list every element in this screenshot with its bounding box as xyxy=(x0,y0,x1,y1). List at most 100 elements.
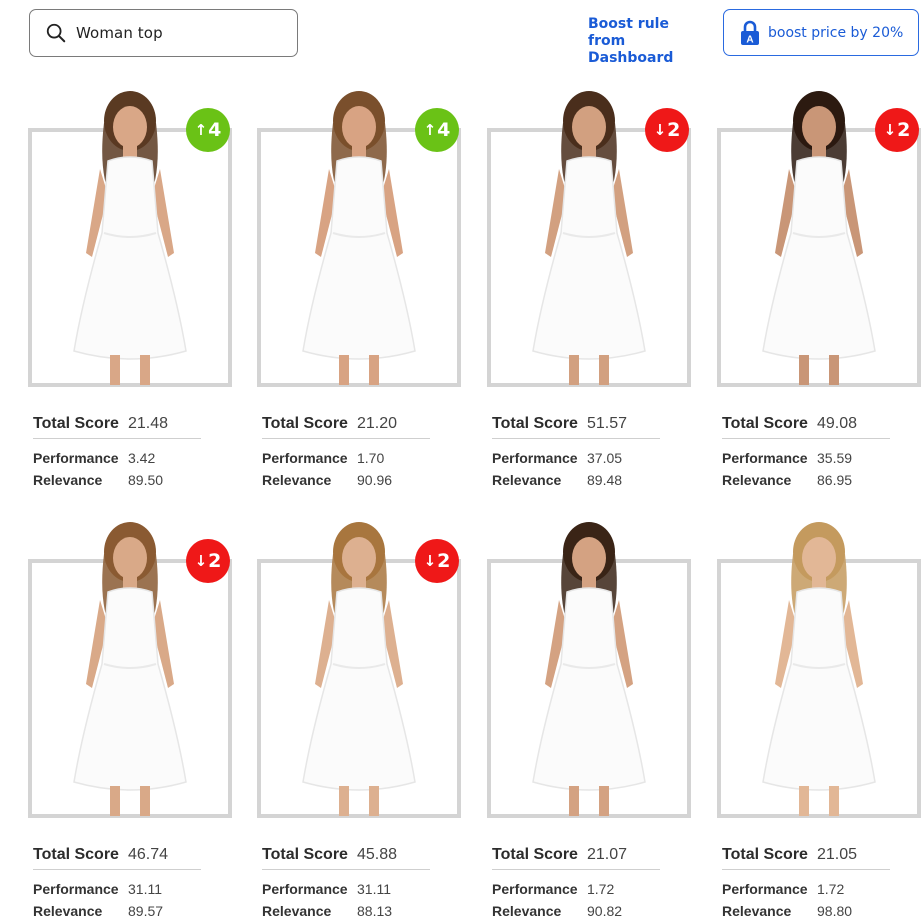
score-panel: Total Score 21.07 Performance 1.72 Relev… xyxy=(492,844,660,922)
total-score-value: 45.88 xyxy=(357,845,398,863)
performance-value: 35.59 xyxy=(817,450,853,466)
performance-label: Performance xyxy=(722,881,808,897)
product-image[interactable] xyxy=(717,514,921,818)
total-score-value: 21.05 xyxy=(817,845,858,863)
product-card[interactable]: ↓ 2 Total Score 51.57 Performance 37.05 … xyxy=(487,83,697,503)
total-score-label: Total Score xyxy=(262,414,348,432)
search-input[interactable]: Woman top xyxy=(29,9,298,57)
total-score-label: Total Score xyxy=(722,845,808,863)
score-panel: Total Score 51.57 Performance 37.05 Rele… xyxy=(492,413,660,491)
product-card[interactable]: ↓ 2 Total Score 46.74 Performance 31.11 … xyxy=(28,514,238,924)
relevance-label: Relevance xyxy=(262,472,332,488)
performance-label: Performance xyxy=(262,450,348,466)
relevance-value: 90.82 xyxy=(587,903,623,919)
arrow-up-icon: ↑ xyxy=(194,121,208,139)
performance-value: 1.72 xyxy=(817,881,845,897)
performance-value: 3.42 xyxy=(128,450,156,466)
total-score-row: Total Score 21.48 xyxy=(33,413,201,439)
performance-label: Performance xyxy=(492,450,578,466)
performance-row: Performance 35.59 xyxy=(722,447,890,469)
relevance-value: 88.13 xyxy=(357,903,393,919)
relevance-label: Relevance xyxy=(722,903,792,919)
total-score-row: Total Score 21.07 xyxy=(492,844,660,870)
relevance-row: Relevance 89.48 xyxy=(492,469,660,491)
relevance-row: Relevance 88.13 xyxy=(262,900,430,922)
arrow-up-icon: ↑ xyxy=(423,121,437,139)
rank-change-badge: ↑ 4 xyxy=(186,108,230,152)
total-score-value: 51.57 xyxy=(587,414,628,432)
score-panel: Total Score 49.08 Performance 35.59 Rele… xyxy=(722,413,890,491)
score-panel: Total Score 46.74 Performance 31.11 Rele… xyxy=(33,844,201,922)
relevance-value: 86.95 xyxy=(817,472,853,488)
total-score-label: Total Score xyxy=(722,414,808,432)
total-score-row: Total Score 21.05 xyxy=(722,844,890,870)
performance-value: 1.70 xyxy=(357,450,385,466)
product-card[interactable]: ↑ 4 Total Score 21.48 Performance 3.42 R… xyxy=(28,83,238,503)
product-card[interactable]: ↑ 4 Total Score 21.20 Performance 1.70 R… xyxy=(257,83,467,503)
total-score-label: Total Score xyxy=(262,845,348,863)
rank-change-value: 2 xyxy=(667,119,681,141)
score-panel: Total Score 21.48 Performance 3.42 Relev… xyxy=(33,413,201,491)
performance-label: Performance xyxy=(33,450,119,466)
performance-label: Performance xyxy=(262,881,348,897)
relevance-row: Relevance 90.96 xyxy=(262,469,430,491)
relevance-row: Relevance 89.57 xyxy=(33,900,201,922)
relevance-row: Relevance 86.95 xyxy=(722,469,890,491)
relevance-label: Relevance xyxy=(492,903,562,919)
relevance-value: 89.48 xyxy=(587,472,623,488)
performance-value: 1.72 xyxy=(587,881,615,897)
lock-icon: A xyxy=(741,20,759,45)
arrow-down-icon: ↓ xyxy=(423,552,437,570)
rank-change-value: 2 xyxy=(897,119,911,141)
relevance-value: 98.80 xyxy=(817,903,853,919)
performance-row: Performance 3.42 xyxy=(33,447,201,469)
total-score-row: Total Score 49.08 xyxy=(722,413,890,439)
arrow-down-icon: ↓ xyxy=(883,121,897,139)
total-score-label: Total Score xyxy=(33,414,119,432)
total-score-row: Total Score 46.74 xyxy=(33,844,201,870)
rank-change-badge: ↓ 2 xyxy=(186,539,230,583)
rank-change-value: 2 xyxy=(437,550,451,572)
rank-change-value: 2 xyxy=(208,550,222,572)
relevance-label: Relevance xyxy=(33,903,103,919)
boost-rule-link[interactable]: Boost rule from Dashboard xyxy=(588,16,710,67)
performance-row: Performance 1.70 xyxy=(262,447,430,469)
performance-value: 31.11 xyxy=(128,881,162,897)
product-card[interactable]: ↓ 2 Total Score 45.88 Performance 31.11 … xyxy=(257,514,467,924)
total-score-row: Total Score 51.57 xyxy=(492,413,660,439)
relevance-row: Relevance 89.50 xyxy=(33,469,201,491)
performance-value: 37.05 xyxy=(587,450,623,466)
boost-button-label: boost price by 20% xyxy=(768,24,904,41)
total-score-value: 46.74 xyxy=(128,845,169,863)
relevance-value: 89.57 xyxy=(128,903,164,919)
arrow-down-icon: ↓ xyxy=(653,121,667,139)
rank-change-badge: ↑ 4 xyxy=(415,108,459,152)
relevance-row: Relevance 98.80 xyxy=(722,900,890,922)
performance-row: Performance 1.72 xyxy=(492,878,660,900)
performance-row: Performance 31.11 xyxy=(262,878,430,900)
performance-label: Performance xyxy=(492,881,578,897)
relevance-label: Relevance xyxy=(722,472,792,488)
rank-change-badge: ↓ 2 xyxy=(645,108,689,152)
total-score-value: 21.48 xyxy=(128,414,169,432)
score-panel: Total Score 21.20 Performance 1.70 Relev… xyxy=(262,413,430,491)
rank-change-badge: ↓ 2 xyxy=(875,108,919,152)
boost-price-button[interactable]: A boost price by 20% xyxy=(723,9,919,56)
total-score-label: Total Score xyxy=(492,414,578,432)
relevance-value: 90.96 xyxy=(357,472,393,488)
arrow-down-icon: ↓ xyxy=(194,552,208,570)
total-score-value: 21.20 xyxy=(357,414,398,432)
product-image[interactable] xyxy=(487,514,691,818)
relevance-value: 89.50 xyxy=(128,472,164,488)
product-card[interactable]: ↓ 2 Total Score 49.08 Performance 35.59 … xyxy=(717,83,922,503)
performance-row: Performance 37.05 xyxy=(492,447,660,469)
svg-text:A: A xyxy=(746,34,753,45)
relevance-label: Relevance xyxy=(262,903,332,919)
rank-change-value: 4 xyxy=(437,119,451,141)
relevance-row: Relevance 90.82 xyxy=(492,900,660,922)
performance-label: Performance xyxy=(722,450,808,466)
performance-row: Performance 1.72 xyxy=(722,878,890,900)
boost-rule-line1: Boost rule xyxy=(588,16,669,32)
product-card[interactable]: Total Score 21.07 Performance 1.72 Relev… xyxy=(487,514,697,924)
product-card[interactable]: Total Score 21.05 Performance 1.72 Relev… xyxy=(717,514,922,924)
